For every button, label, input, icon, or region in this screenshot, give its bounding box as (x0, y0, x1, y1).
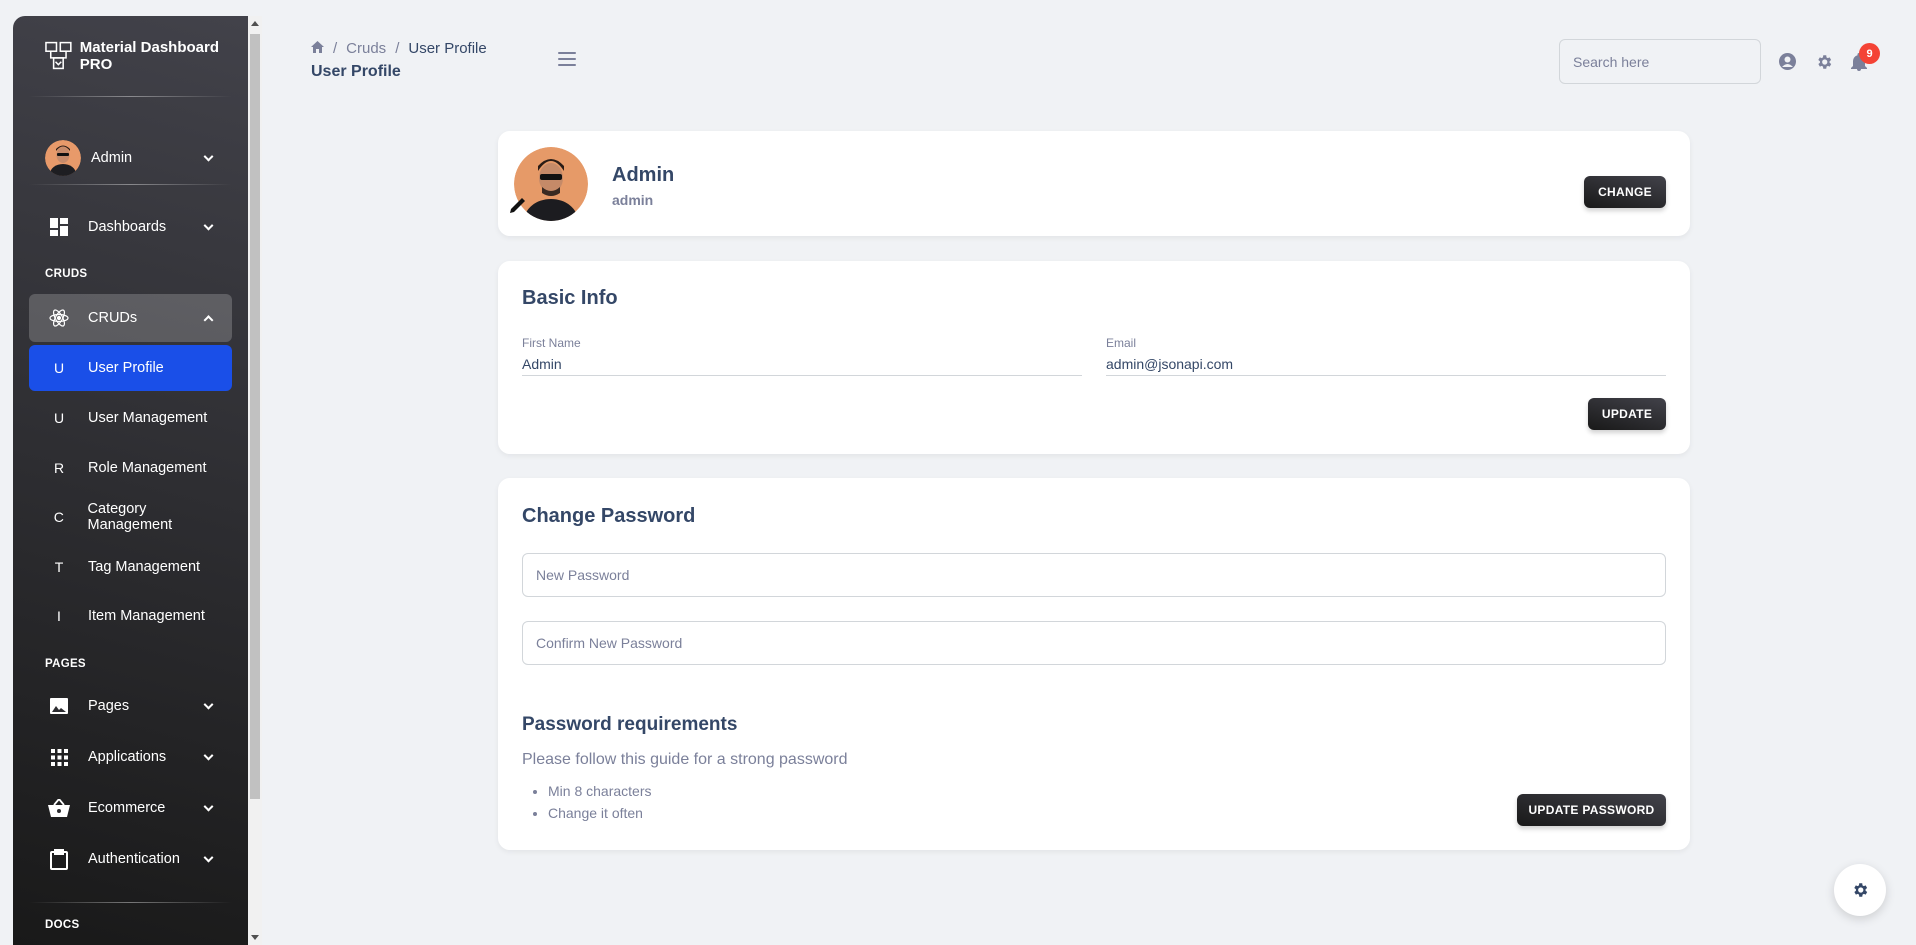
brand-title: Material Dashboard PRO (79, 39, 219, 73)
profile-card: Admin admin CHANGE (498, 131, 1690, 236)
update-button[interactable]: UPDATE (1588, 398, 1666, 430)
breadcrumb: / Cruds / User Profile (311, 40, 487, 57)
edit-pencil-icon[interactable] (508, 195, 528, 220)
sidebar-item-user-management[interactable]: U User Management (29, 395, 232, 441)
configurator-button[interactable] (1834, 864, 1886, 916)
profile-name: Admin (612, 164, 675, 186)
profile-role: admin (612, 192, 654, 208)
password-requirements-title: Password requirements (522, 714, 738, 735)
list-item: Min 8 characters (548, 783, 651, 799)
sidebar-item-user-profile[interactable]: U User Profile (29, 345, 232, 391)
scrollbar-thumb[interactable] (250, 34, 260, 799)
sidebar-item-label: Pages (88, 698, 130, 714)
sidebar-item-label: Role Management (88, 460, 207, 476)
section-title-cruds: CRUDS (45, 268, 88, 280)
sidebar-item-authentication[interactable]: Authentication (29, 836, 232, 882)
change-button[interactable]: CHANGE (1584, 176, 1666, 208)
sidebar-scrollbar[interactable] (248, 16, 262, 945)
breadcrumb-separator: / (395, 40, 400, 57)
breadcrumb-separator: / (333, 40, 338, 57)
item-letter: R (53, 460, 65, 476)
scroll-down-icon[interactable] (251, 935, 259, 940)
section-title-pages: PAGES (45, 658, 86, 670)
item-letter: T (54, 559, 64, 575)
chevron-down-icon (203, 801, 214, 812)
menu-toggle-icon[interactable] (558, 52, 576, 70)
update-password-button[interactable]: UPDATE PASSWORD (1517, 794, 1666, 826)
divider (29, 902, 232, 903)
divider (29, 96, 232, 97)
list-item: Change it often (548, 805, 651, 821)
sidebar-item-label: Item Management (88, 608, 205, 624)
email-value: admin@jsonapi.com (1106, 356, 1234, 372)
atom-icon (48, 308, 70, 328)
item-letter: U (53, 410, 65, 426)
sidebar-item-label: Applications (88, 749, 167, 765)
sidebar-user-name: Admin (91, 150, 133, 166)
breadcrumb-current: User Profile (408, 40, 487, 57)
section-title-docs: DOCS (45, 919, 80, 931)
account-icon[interactable] (1779, 53, 1796, 75)
divider (29, 184, 232, 185)
password-requirements-subtitle: Please follow this guide for a strong pa… (522, 751, 848, 768)
item-letter: I (57, 608, 61, 624)
item-letter: U (53, 360, 65, 376)
sidebar-item-label: Authentication (88, 851, 180, 867)
search-input[interactable] (1559, 39, 1761, 84)
settings-icon[interactable] (1815, 53, 1833, 76)
first-name-field[interactable]: First Name Admin (522, 336, 1082, 376)
sidebar-item-label: User Profile (88, 360, 164, 376)
sidebar-item-tag-management[interactable]: T Tag Management (29, 544, 232, 590)
apps-icon (48, 748, 70, 766)
logo-icon (45, 41, 72, 70)
sidebar-item-label: Category Management (87, 501, 173, 533)
sidebar-item-ecommerce[interactable]: Ecommerce (29, 785, 232, 831)
first-name-value: Admin (522, 356, 562, 372)
sidebar-item-pages[interactable]: Pages (29, 683, 232, 729)
item-letter: C (53, 509, 64, 525)
sidebar-item-category-management[interactable]: C Category Management (29, 494, 232, 540)
confirm-password-input[interactable] (522, 621, 1666, 665)
sidebar-item-label: CRUDs (88, 310, 138, 326)
first-name-label: First Name (522, 336, 581, 350)
password-requirements-list: Min 8 characters Change it often (548, 783, 651, 827)
sidebar: Material Dashboard PRO Admin Dashboards … (13, 16, 248, 945)
email-field[interactable]: Email admin@jsonapi.com (1106, 336, 1666, 376)
chevron-down-icon (203, 750, 214, 761)
basic-info-title: Basic Info (522, 287, 618, 309)
notification-badge: 9 (1859, 43, 1880, 64)
chevron-down-icon (203, 220, 214, 231)
sidebar-item-role-management[interactable]: R Role Management (29, 445, 232, 491)
sidebar-item-label: User Management (88, 410, 208, 426)
chevron-down-icon (203, 151, 214, 162)
basket-icon (48, 799, 70, 817)
sidebar-item-label: Tag Management (88, 559, 201, 575)
brand[interactable]: Material Dashboard PRO (13, 16, 248, 96)
sidebar-item-applications[interactable]: Applications (29, 734, 232, 780)
chevron-down-icon (203, 852, 214, 863)
sidebar-item-label: Ecommerce (88, 800, 166, 816)
home-icon[interactable] (311, 40, 324, 57)
page-title: User Profile (311, 63, 401, 80)
sidebar-item-label: Dashboards (88, 219, 167, 235)
chevron-down-icon (203, 699, 214, 710)
chevron-up-icon (203, 315, 214, 326)
email-label: Email (1106, 336, 1137, 350)
image-icon (48, 698, 70, 714)
change-password-card: Change Password Password requirements Pl… (498, 478, 1690, 850)
breadcrumb-parent[interactable]: Cruds (346, 40, 386, 57)
change-password-title: Change Password (522, 505, 696, 527)
avatar (45, 140, 81, 176)
scroll-up-icon[interactable] (251, 21, 259, 26)
sidebar-item-dashboards[interactable]: Dashboards (29, 204, 232, 250)
sidebar-item-cruds[interactable]: CRUDs (29, 294, 232, 342)
clipboard-icon (48, 848, 70, 870)
sidebar-user[interactable]: Admin (29, 134, 232, 182)
gear-icon (1854, 883, 1868, 897)
new-password-input[interactable] (522, 553, 1666, 597)
basic-info-card: Basic Info First Name Admin Email admin@… (498, 261, 1690, 454)
dashboard-icon (48, 218, 70, 236)
sidebar-item-item-management[interactable]: I Item Management (29, 593, 232, 639)
